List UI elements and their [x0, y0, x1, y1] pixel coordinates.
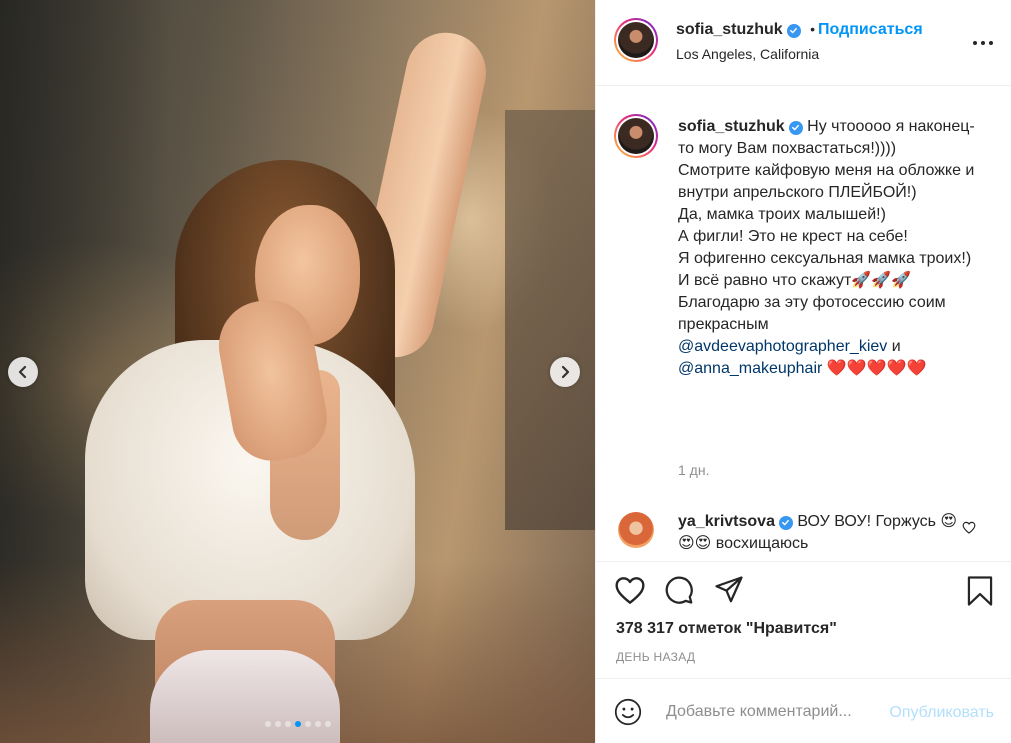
avatar-image	[618, 22, 654, 58]
carousel-indicator	[0, 721, 595, 727]
chevron-right-icon	[561, 365, 570, 379]
follow-button[interactable]: Подписаться	[818, 21, 923, 38]
carousel-dot	[314, 721, 321, 727]
mention-link[interactable]: @anna_makeuphair	[678, 360, 822, 377]
chevron-left-icon	[18, 365, 27, 379]
carousel-dot	[264, 721, 271, 727]
save-bookmark-icon[interactable]	[966, 575, 994, 607]
next-photo-button[interactable]	[550, 357, 580, 387]
verified-badge-icon	[778, 515, 793, 530]
post-photo[interactable]	[0, 0, 595, 743]
caption-joiner: и	[887, 338, 901, 355]
commenter-avatar[interactable]	[614, 508, 658, 552]
post-location[interactable]: Los Angeles, California	[676, 46, 819, 62]
previous-photo-button[interactable]	[8, 357, 38, 387]
commenter-username[interactable]: ya_krivtsova	[678, 513, 775, 530]
author-avatar[interactable]	[614, 18, 658, 62]
header-separator: •	[810, 21, 816, 37]
carousel-dot	[304, 721, 311, 727]
add-comment-row: Опубликовать	[596, 678, 1011, 743]
caption-hearts: ❤️❤️❤️❤️❤️	[822, 360, 927, 377]
comments-section[interactable]: sofia_stuzhuk Ну чтооооо я наконец-то мо…	[596, 86, 1011, 562]
publish-comment-button[interactable]: Опубликовать	[889, 704, 994, 722]
photo-background-frame	[505, 110, 595, 530]
add-comment-input[interactable]	[666, 699, 872, 725]
verified-badge-icon	[786, 23, 801, 38]
avatar-image	[618, 512, 654, 548]
post-caption: sofia_stuzhuk Ну чтооооо я наконец-то мо…	[678, 116, 978, 380]
mention-link[interactable]: @avdeevaphotographer_kiev	[678, 338, 887, 355]
caption-body: Ну чтооооо я наконец-то могу Вам похваст…	[678, 118, 975, 333]
header-user-line: sofia_stuzhuk • Подписаться	[676, 21, 923, 39]
like-heart-icon[interactable]	[614, 575, 646, 605]
share-paper-plane-icon[interactable]	[714, 575, 744, 605]
caption-time[interactable]: 1 дн.	[678, 462, 709, 478]
comment-bubble-icon[interactable]	[664, 575, 694, 605]
post-side-panel: sofia_stuzhuk • Подписаться Los Angeles, …	[595, 0, 1011, 743]
post-actions	[596, 562, 1011, 622]
like-comment-heart-icon[interactable]	[962, 521, 976, 534]
carousel-dot	[284, 721, 291, 727]
likes-count[interactable]: 378 317 отметок "Нравится"	[616, 620, 837, 638]
author-username[interactable]: sofia_stuzhuk	[676, 21, 783, 38]
carousel-dot	[274, 721, 281, 727]
more-options-icon[interactable]	[972, 36, 994, 50]
carousel-dot	[324, 721, 331, 727]
comment: ya_krivtsova ВОУ ВОУ! Горжусь 😍😍😍 восхищ…	[678, 511, 968, 555]
emoji-smiley-icon[interactable]	[614, 698, 642, 726]
post-date[interactable]: ДЕНЬ НАЗАД	[616, 650, 695, 664]
avatar-image	[618, 118, 654, 154]
photo-brief	[150, 650, 340, 743]
caption-username[interactable]: sofia_stuzhuk	[678, 118, 785, 135]
post-header: sofia_stuzhuk • Подписаться Los Angeles, …	[596, 0, 1011, 86]
caption-author-avatar[interactable]	[614, 114, 658, 158]
carousel-dot	[294, 721, 301, 727]
verified-badge-icon	[788, 120, 803, 135]
